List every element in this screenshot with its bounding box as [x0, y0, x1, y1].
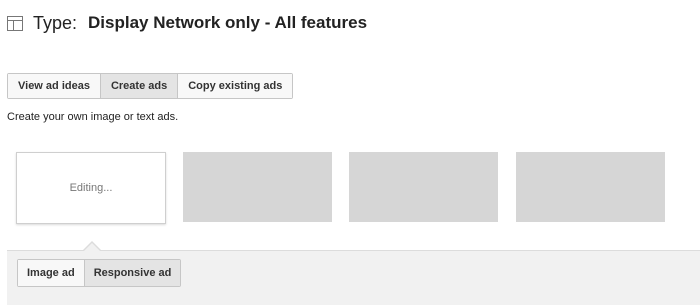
editing-label: Editing... — [69, 182, 113, 194]
ad-type-tabs: Image ad Responsive ad — [17, 259, 182, 287]
tab-view-ad-ideas[interactable]: View ad ideas — [8, 74, 101, 98]
ad-thumbnail-placeholder[interactable] — [349, 152, 498, 222]
ad-thumbnail-placeholder[interactable] — [183, 152, 332, 222]
layout-panel-icon — [7, 15, 23, 31]
tab-copy-existing-ads[interactable]: Copy existing ads — [178, 74, 293, 98]
tab-responsive-ad[interactable]: Responsive ad — [84, 260, 181, 286]
type-label: Type: — [33, 12, 78, 33]
ad-creation-page: Type: Display Network only - All feature… — [0, 0, 700, 305]
tab-create-ads[interactable]: Create ads — [100, 74, 179, 98]
ad-thumbnail-placeholder[interactable] — [516, 152, 665, 222]
type-value: Display Network only - All features — [88, 13, 368, 32]
campaign-type-header: Type: Display Network only - All feature… — [7, 12, 367, 34]
ad-source-tabs: View ad ideas Create ads Copy existing a… — [7, 73, 294, 99]
panel-pointer-caret-fill — [84, 243, 100, 251]
ad-thumbnail-editing[interactable]: Editing... — [16, 152, 166, 224]
create-ads-description: Create your own image or text ads. — [7, 111, 179, 123]
tab-image-ad[interactable]: Image ad — [18, 260, 85, 286]
